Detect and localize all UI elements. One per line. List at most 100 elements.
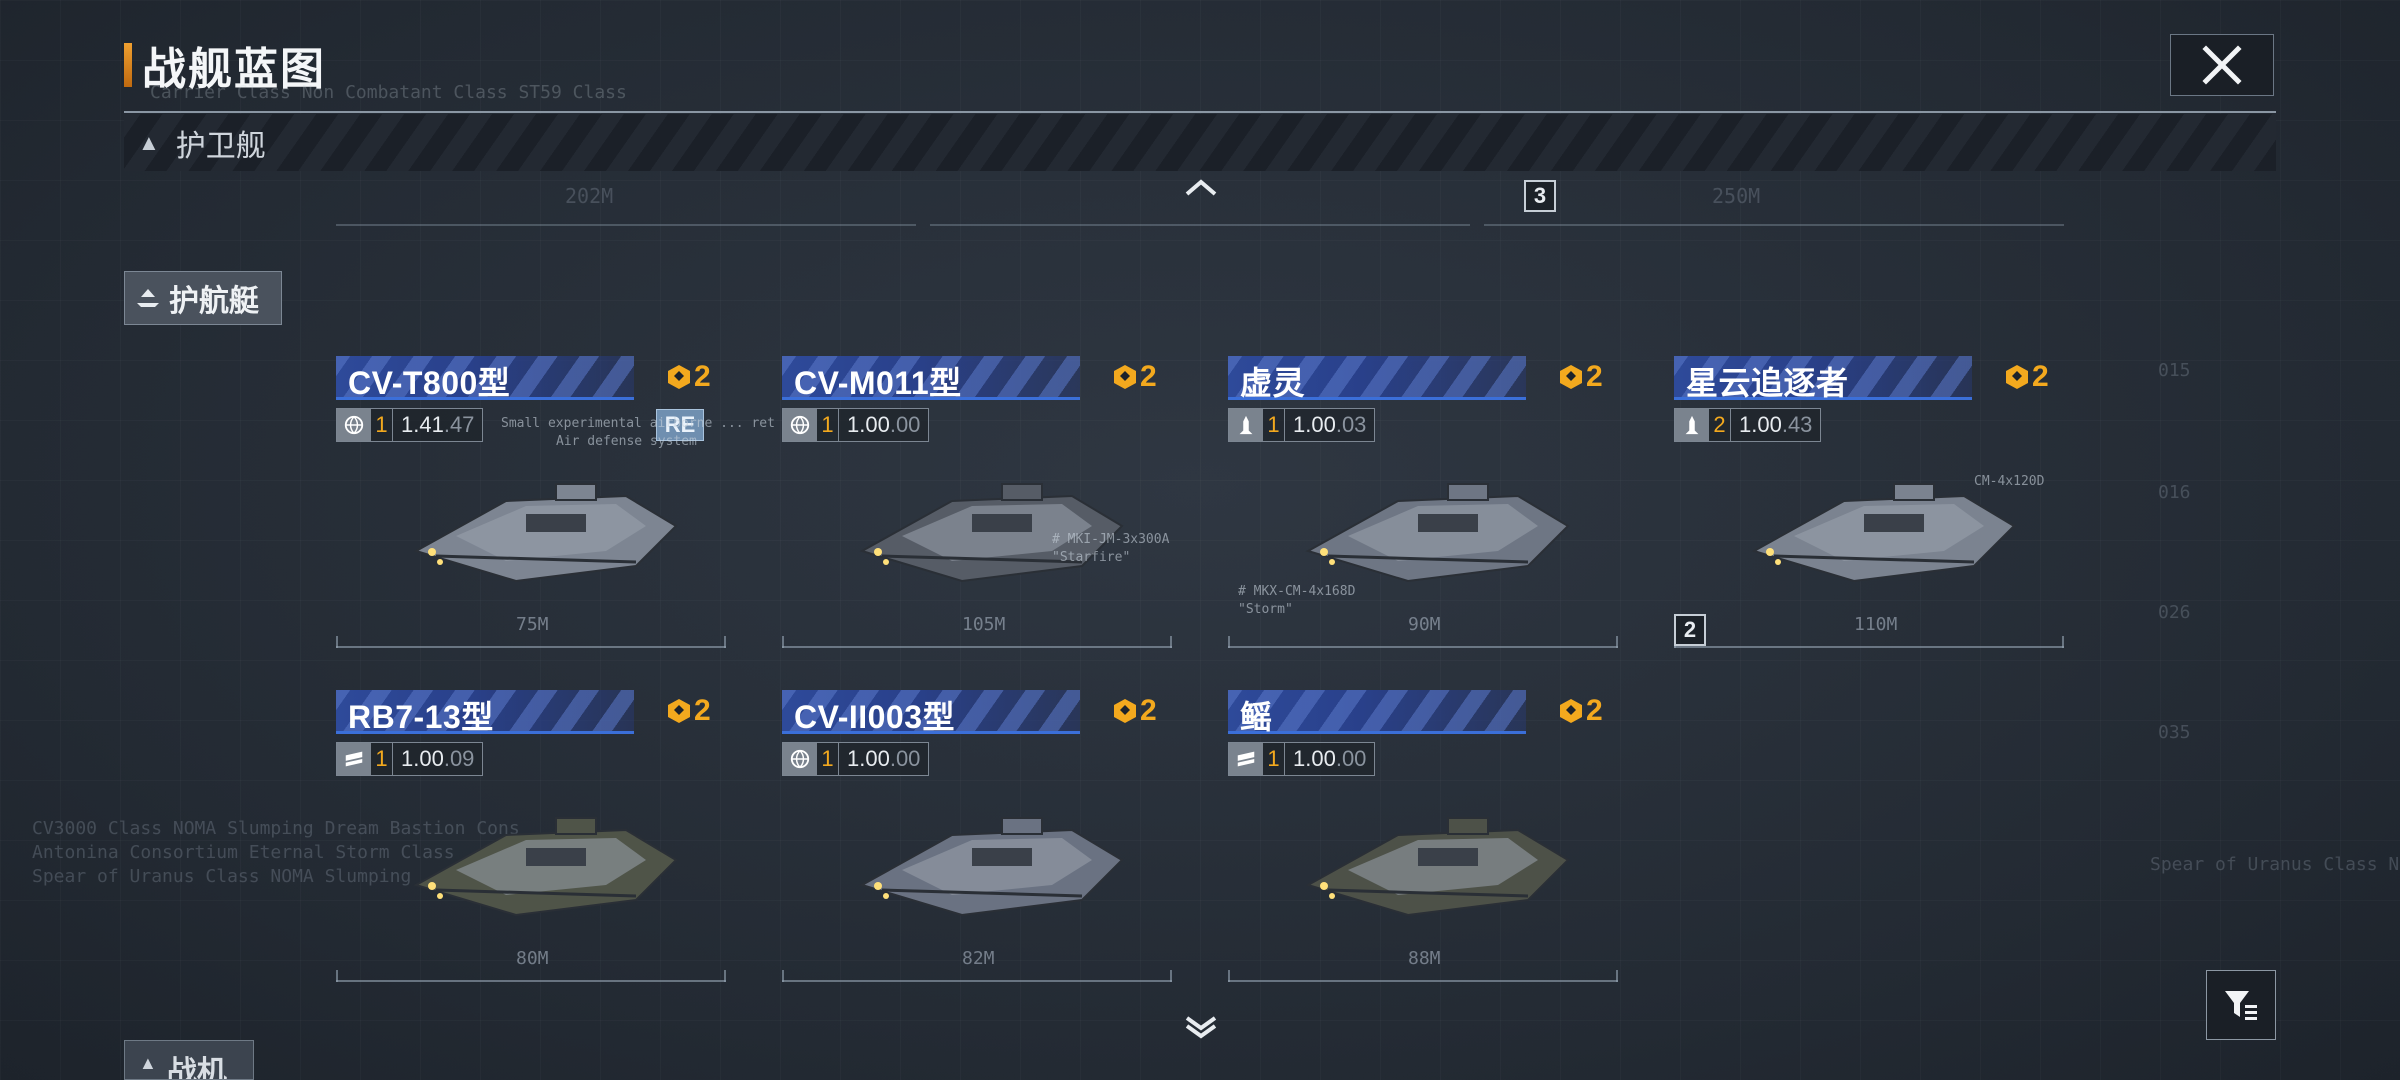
ship-ruler — [336, 970, 726, 982]
ammo-icon — [1229, 743, 1263, 775]
ship-length: 82M — [962, 948, 995, 969]
rank-badge: 2 — [1112, 360, 1157, 394]
globe-icon — [783, 409, 817, 441]
ship-ruler — [336, 636, 726, 648]
ship-card-header — [1228, 690, 1526, 734]
ship-card[interactable]: 鳐 2 1 1.00.00 88M — [1228, 690, 1618, 995]
rank-emblem-icon — [1560, 365, 1582, 389]
weapon-annotation: # MKI-JM-3x300A/D — [1052, 532, 1170, 547]
ship-ruler — [1228, 970, 1618, 982]
bg-length-2: 250M — [1712, 184, 1761, 208]
category-label: 护卫舰 — [175, 129, 266, 163]
ship-stats: 1 1.00.00 — [1228, 742, 1376, 776]
scroll-up-chevron-icon[interactable] — [1181, 174, 1221, 202]
rank-badge: 2 — [2004, 360, 2049, 394]
next-category-label: 战机 — [166, 1056, 227, 1080]
rank-emblem-icon — [1114, 365, 1136, 389]
ship-level: 1 — [817, 743, 839, 775]
ship-ratio: 1.00.03 — [1285, 409, 1374, 441]
ship-length: 105M — [962, 614, 1006, 635]
ship-stats: 1 1.00.00 — [782, 408, 930, 442]
ammo-icon — [337, 743, 371, 775]
rank-badge: 2 — [1112, 694, 1157, 728]
ratio-sub: .00 — [1335, 746, 1367, 771]
ratio-main: 1.00 — [1293, 412, 1336, 437]
ship-name: 虚灵 — [1240, 365, 1306, 401]
rank-value: 2 — [694, 360, 711, 393]
ratio-main: 1.00 — [1293, 746, 1336, 771]
ship-length: 90M — [1408, 614, 1441, 635]
filter-button[interactable] — [2206, 970, 2276, 1040]
ship-level: 2 — [1709, 409, 1731, 441]
weapon-annotation-sub: "Starfire" — [1052, 550, 1131, 565]
category-frigate-header[interactable]: ▲ 护卫舰 — [124, 114, 2276, 171]
bg-lore-right: Spear of Uranus Class NOMA Slu — [2150, 854, 2400, 875]
rank-badge: 2 — [1558, 694, 1603, 728]
ship-model-image — [859, 817, 1124, 917]
category-fighter-header[interactable]: ▲ 战机 — [124, 1040, 254, 1080]
ship-level: 1 — [371, 743, 393, 775]
weapon-annotation: # MKX-CM-4x168D — [1238, 584, 1356, 599]
bg-tick-3: 026 — [2158, 602, 2191, 623]
bg-ruler-left — [336, 224, 916, 226]
subcategory-label: 护航艇 — [169, 285, 259, 318]
ship-stats: 1 1.00.09 — [336, 742, 484, 776]
ship-ratio: 1.00.00 — [839, 409, 928, 441]
bg-ruler-mid — [930, 224, 1470, 226]
ship-ratio: 1.00.43 — [1731, 409, 1820, 441]
weapon-annotation: Small experimental airborne ... ret — [501, 416, 775, 431]
collapse-triangle-icon: ▲ — [138, 129, 160, 155]
rank-value: 2 — [1140, 360, 1157, 393]
ship-name: 星云追逐者 — [1686, 365, 1849, 401]
ratio-sub: .47 — [443, 412, 475, 437]
ship-name: CV-M011型 — [794, 365, 962, 401]
weapon-annotation: CM-4x120D — [1974, 474, 2045, 489]
ship-ruler — [1228, 636, 1618, 648]
ship-card[interactable]: 虚灵 2 1 1.00.03 90M # MKX-CM-4x168D "Stor… — [1228, 356, 1618, 661]
ship-name: CV-II003型 — [794, 699, 956, 735]
ship-length: 110M — [1854, 614, 1898, 635]
ship-card[interactable]: CV-II003型 2 1 1.00.00 82M — [782, 690, 1172, 995]
ratio-main: 1.00 — [401, 746, 444, 771]
rank-badge: 2 — [1558, 360, 1603, 394]
ship-model-image — [413, 483, 678, 583]
ship-model-image — [1305, 817, 1570, 917]
ship-model-image — [413, 817, 678, 917]
rank-emblem-icon — [668, 365, 690, 389]
ship-class-icon: ▲ — [139, 1053, 157, 1073]
ship-card[interactable]: CV-T800型 2 1 1.41.47 75M RE Small experi… — [336, 356, 775, 661]
ship-length: 80M — [516, 948, 549, 969]
ship-stats: 1 1.41.47 — [336, 408, 484, 442]
title-accent — [124, 43, 132, 87]
ship-ratio: 1.00.09 — [393, 743, 482, 775]
ship-card[interactable]: RB7-13型 2 1 1.00.09 80M — [336, 690, 726, 995]
close-button[interactable] — [2170, 34, 2274, 96]
rank-emblem-icon — [1560, 699, 1582, 723]
ship-stats: 1 1.00.00 — [782, 742, 930, 776]
rank-value: 2 — [1140, 694, 1157, 727]
ship-length: 88M — [1408, 948, 1441, 969]
rank-value: 2 — [694, 694, 711, 727]
bg-ruler-right — [1484, 224, 2064, 226]
ship-level: 1 — [371, 409, 393, 441]
ship-ratio: 1.41.47 — [393, 409, 482, 441]
ratio-main: 1.41 — [401, 412, 444, 437]
missile-icon — [1229, 409, 1263, 441]
ship-ruler — [782, 970, 1172, 982]
ratio-main: 1.00 — [1739, 412, 1782, 437]
ratio-sub: .00 — [889, 746, 921, 771]
weapon-annotation-sub: "Storm" — [1238, 602, 1293, 617]
ship-model-image — [859, 483, 1124, 583]
rank-emblem-icon — [2006, 365, 2028, 389]
scroll-down-chevron-icon[interactable] — [1181, 1012, 1221, 1040]
subcategory-escort-button[interactable]: 护航艇 — [124, 271, 282, 325]
ship-card[interactable]: CV-M011型 2 1 1.00.00 105M # MKI-JM-3x300… — [782, 356, 1172, 661]
bg-tag: 3 — [1524, 180, 1556, 212]
rank-badge: 2 — [666, 694, 711, 728]
rank-value: 2 — [1586, 694, 1603, 727]
title-bg-subtitle: Carrier Class Non Combatant Class ST59 C… — [150, 82, 627, 103]
ship-card[interactable]: 星云追逐者 2 2 1.00.43 110M 2 CM-4x120D — [1674, 356, 2064, 661]
weapon-annotation-sub: Air defense system — [556, 434, 697, 449]
ship-name: 鳐 — [1240, 699, 1273, 735]
bg-tick-4: 035 — [2158, 722, 2191, 743]
